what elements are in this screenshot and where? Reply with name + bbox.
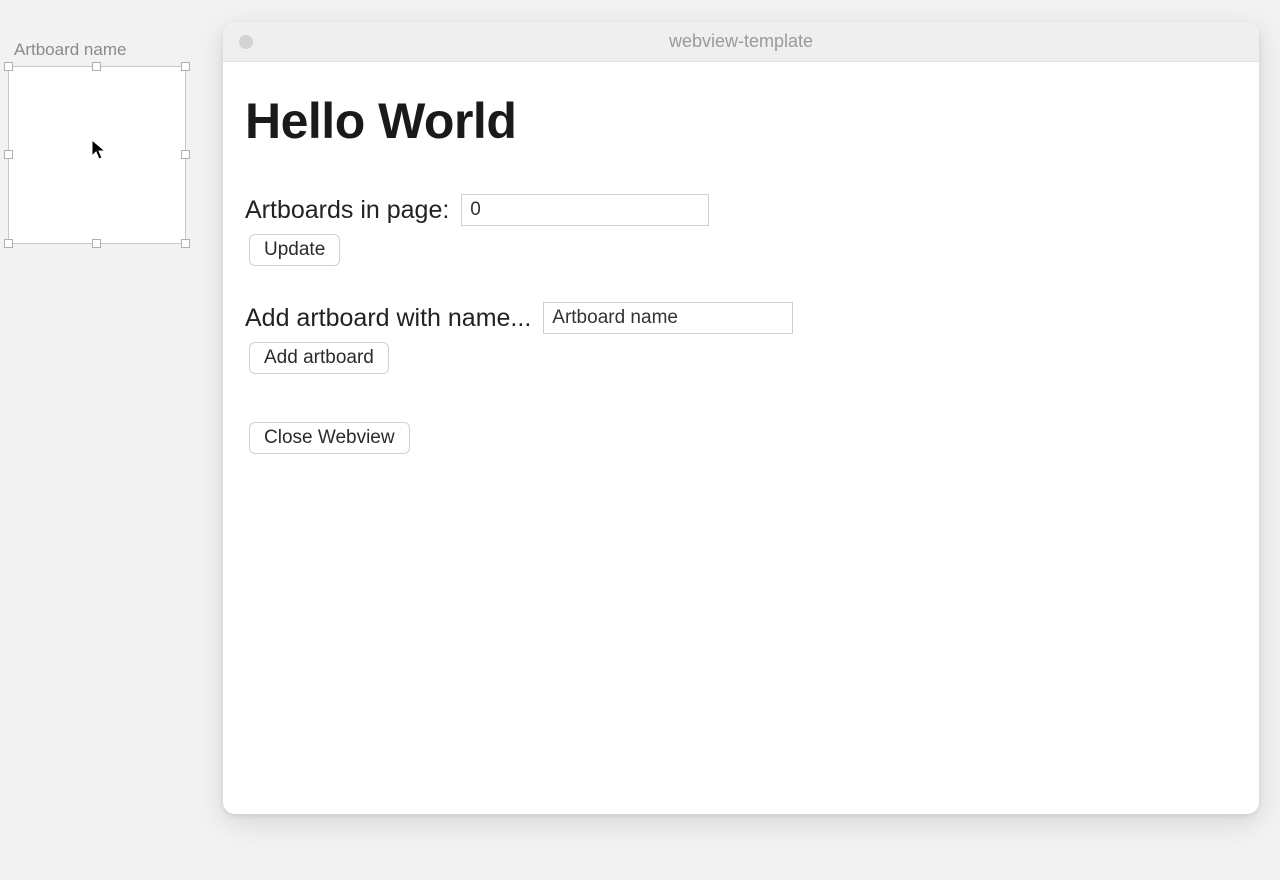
selection-handle-middle-right[interactable] bbox=[181, 150, 190, 159]
selection-handle-bottom-left[interactable] bbox=[4, 239, 13, 248]
selection-handle-bottom-right[interactable] bbox=[181, 239, 190, 248]
close-webview-button[interactable]: Close Webview bbox=[249, 422, 410, 454]
artboard[interactable] bbox=[8, 66, 186, 244]
artboard-count-row: Artboards in page: bbox=[245, 194, 1237, 226]
cursor-icon bbox=[91, 139, 107, 161]
window-title: webview-template bbox=[223, 31, 1259, 52]
window-body: Hello World Artboards in page: Update Ad… bbox=[223, 62, 1259, 814]
artboard-count-input[interactable] bbox=[461, 194, 709, 226]
selection-handle-middle-left[interactable] bbox=[4, 150, 13, 159]
canvas-area: Artboard name bbox=[8, 40, 186, 244]
add-artboard-label: Add artboard with name... bbox=[245, 304, 531, 333]
selection-handle-top-left[interactable] bbox=[4, 62, 13, 71]
selection-handle-top-right[interactable] bbox=[181, 62, 190, 71]
artboard-count-label: Artboards in page: bbox=[245, 196, 449, 225]
add-artboard-row: Add artboard with name... bbox=[245, 302, 1237, 334]
page-heading: Hello World bbox=[245, 92, 1237, 150]
add-artboard-button[interactable]: Add artboard bbox=[249, 342, 389, 374]
artboard-name-input[interactable] bbox=[543, 302, 793, 334]
window-titlebar[interactable]: webview-template bbox=[223, 22, 1259, 62]
traffic-light-close-icon[interactable] bbox=[239, 35, 253, 49]
selection-handle-bottom-center[interactable] bbox=[92, 239, 101, 248]
artboard-label[interactable]: Artboard name bbox=[14, 40, 186, 60]
selection-handle-top-center[interactable] bbox=[92, 62, 101, 71]
update-button[interactable]: Update bbox=[249, 234, 340, 266]
webview-window: webview-template Hello World Artboards i… bbox=[223, 22, 1259, 814]
